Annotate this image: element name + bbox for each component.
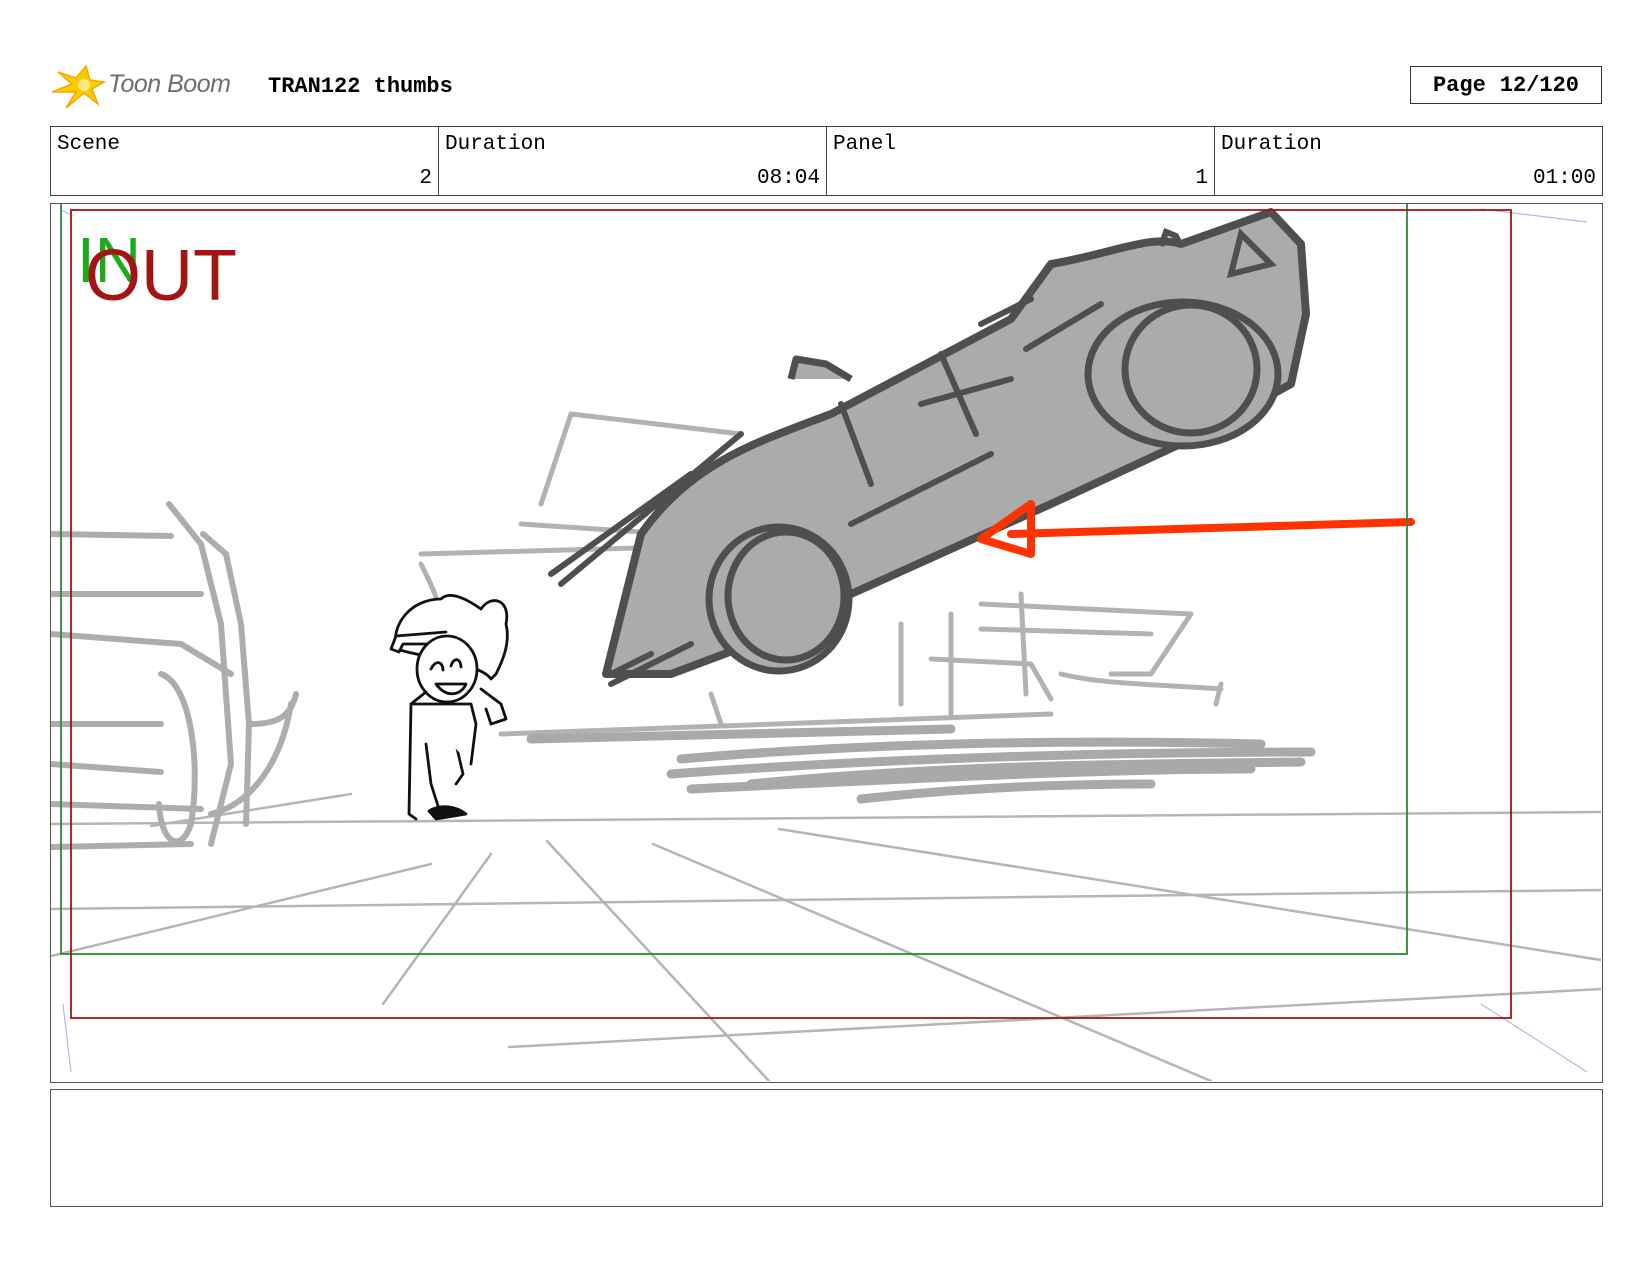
toon-boom-logo: Toon Boom: [50, 62, 250, 110]
panel-label: Panel: [833, 133, 897, 156]
page-number: 12/120: [1499, 72, 1580, 98]
document-title: TRAN122 thumbs: [268, 74, 453, 99]
background-van-sketch: [51, 501, 299, 850]
starburst-icon: [51, 64, 107, 109]
panel-value: 1: [1195, 167, 1208, 190]
scene-label: Scene: [57, 133, 121, 156]
scene-duration-label: Duration: [445, 133, 546, 156]
page-label: Page: [1432, 72, 1486, 98]
page-indicator: Page 12/120: [1410, 66, 1602, 104]
running-character: [389, 593, 509, 821]
ground-shadow-scribble: [526, 724, 1316, 804]
out-label: OUT: [85, 236, 237, 316]
panel-duration-cell: Duration 01:00: [1215, 127, 1602, 195]
scene-cell: Scene 2: [51, 127, 439, 195]
motion-arrow: [977, 500, 1415, 558]
panel-cell: Panel 1: [827, 127, 1215, 195]
storyboard-drawing: IN OUT: [51, 204, 1601, 1081]
scene-value: 2: [419, 167, 432, 190]
logo-text: Toon Boom: [108, 70, 231, 98]
storyboard-panel: IN OUT: [50, 203, 1603, 1083]
page-header: Toon Boom TRAN122 thumbs Page 12/120: [50, 62, 1602, 110]
panel-info-table: Scene 2 Duration 08:04 Panel 1 Duration …: [50, 126, 1603, 196]
panel-duration-value: 01:00: [1532, 167, 1596, 190]
floor-perspective-lines: [51, 792, 1601, 1081]
panel-duration-label: Duration: [1221, 133, 1322, 156]
panel-notes-area[interactable]: [50, 1089, 1603, 1207]
scene-duration-value: 08:04: [756, 167, 820, 190]
scene-duration-cell: Duration 08:04: [439, 127, 827, 195]
